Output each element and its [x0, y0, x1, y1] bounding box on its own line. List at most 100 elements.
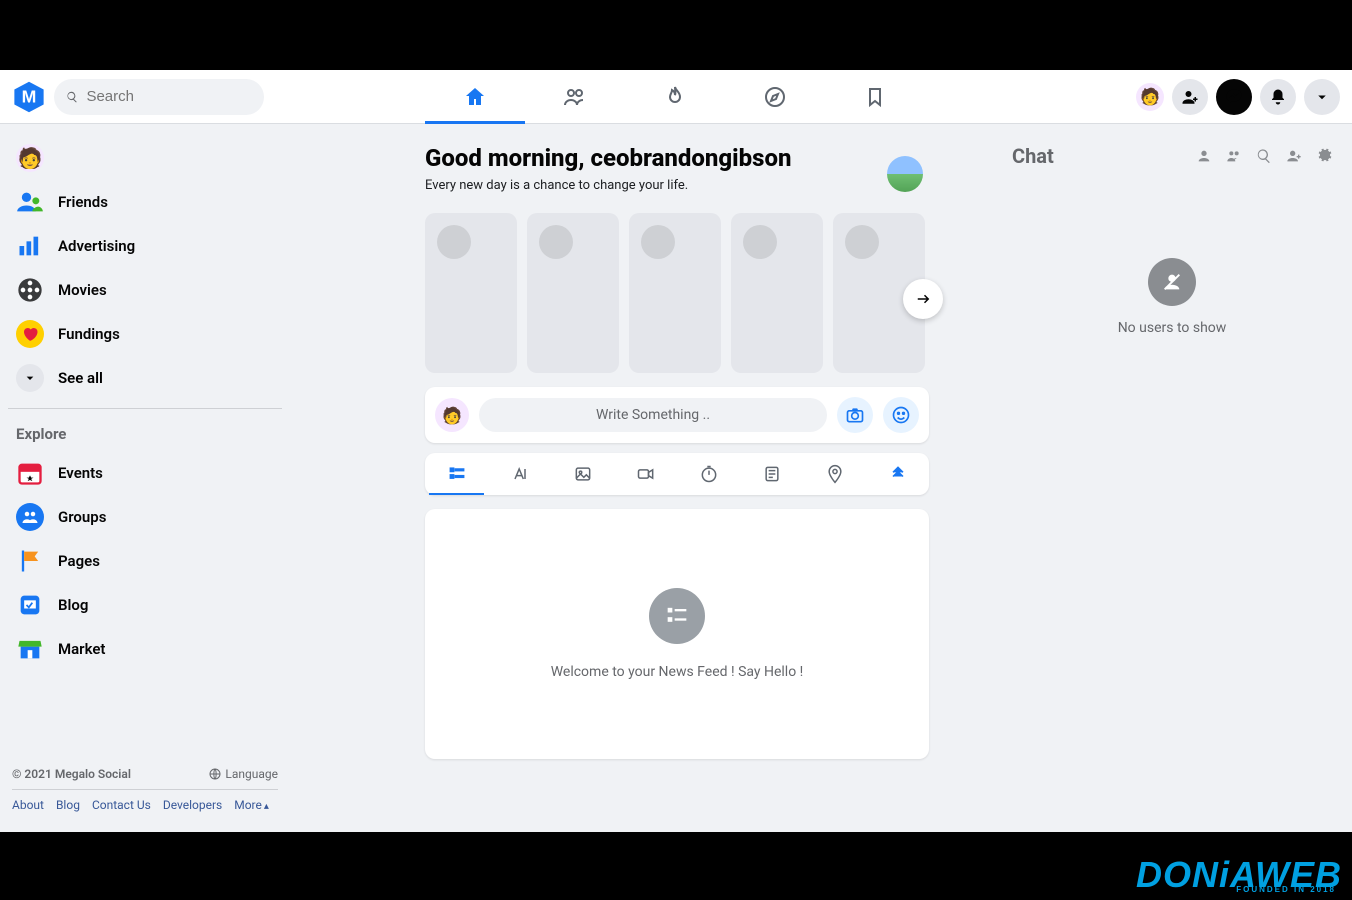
- chat-empty-icon: [1148, 258, 1196, 306]
- video-icon: [636, 464, 656, 484]
- messenger-button[interactable]: [1216, 79, 1252, 115]
- notifications-button[interactable]: [1260, 79, 1296, 115]
- sidebar-item-market[interactable]: Market: [8, 627, 282, 671]
- list-icon: [447, 464, 467, 484]
- messenger-icon: [1225, 88, 1243, 106]
- smile-icon: [891, 405, 911, 425]
- search-box[interactable]: [54, 79, 264, 115]
- camera-icon: [845, 405, 865, 425]
- footer-link-blog[interactable]: Blog: [56, 798, 80, 812]
- story-card[interactable]: [731, 213, 823, 373]
- font-icon: [510, 464, 530, 484]
- sidebar-item-profile[interactable]: 🧑: [8, 136, 282, 180]
- language-link[interactable]: Language: [209, 767, 278, 781]
- chat-contacts-icon[interactable]: [1196, 148, 1212, 164]
- ptab-collapse[interactable]: [866, 453, 929, 495]
- app-logo[interactable]: M: [12, 80, 46, 114]
- svg-text:M: M: [22, 86, 37, 106]
- tab-home[interactable]: [425, 70, 525, 124]
- ptab-audio[interactable]: [677, 453, 740, 495]
- tab-saved[interactable]: [825, 70, 925, 124]
- sidebar-item-events[interactable]: Events: [8, 451, 282, 495]
- chevron-up-icon: [888, 464, 908, 484]
- see-all-label: See all: [58, 369, 103, 387]
- ptab-location[interactable]: [803, 453, 866, 495]
- add-friend-icon: [1181, 88, 1199, 106]
- ptab-video[interactable]: [614, 453, 677, 495]
- footer-link-about[interactable]: About: [12, 798, 44, 812]
- sidebar-item-pages[interactable]: Pages: [8, 539, 282, 583]
- pin-icon: [825, 464, 845, 484]
- caret-down-icon: [1313, 88, 1331, 106]
- sidebar-item-label: Advertising: [58, 237, 135, 255]
- tab-people[interactable]: [525, 70, 625, 124]
- chat-add-icon[interactable]: [1286, 148, 1302, 164]
- sidebar-item-blog[interactable]: Blog: [8, 583, 282, 627]
- ptab-font[interactable]: [488, 453, 551, 495]
- stories-next-button[interactable]: [903, 279, 943, 319]
- image-icon: [573, 464, 593, 484]
- sidebar-item-friends[interactable]: Friends: [8, 180, 282, 224]
- sidebar-item-label: Events: [58, 464, 103, 482]
- fire-icon: [663, 85, 687, 109]
- story-card[interactable]: [425, 213, 517, 373]
- chat-search-icon[interactable]: [1256, 148, 1272, 164]
- composer-avatar[interactable]: 🧑: [435, 398, 469, 432]
- greeting-avatar: [887, 156, 923, 192]
- sidebar-item-advertising[interactable]: Advertising: [8, 224, 282, 268]
- market-icon: [16, 635, 44, 663]
- ptab-image[interactable]: [551, 453, 614, 495]
- watermark: DONiAWEB FOUNDED IN 2018: [1136, 854, 1342, 896]
- sidebar-item-fundings[interactable]: Fundings: [8, 312, 282, 356]
- footer-link-contact[interactable]: Contact Us: [92, 798, 151, 812]
- story-card[interactable]: [527, 213, 619, 373]
- post-type-tabs: [425, 453, 929, 495]
- movie-icon: [16, 276, 44, 304]
- sidebar-item-label: Blog: [58, 596, 88, 614]
- bell-icon: [1269, 88, 1287, 106]
- globe-icon: [209, 768, 221, 780]
- composer-emoji-button[interactable]: [883, 397, 919, 433]
- feed-empty-text: Welcome to your News Feed ! Say Hello !: [551, 664, 804, 680]
- post-composer: 🧑 Write Something ..: [425, 387, 929, 443]
- search-input[interactable]: [86, 88, 252, 105]
- arrow-right-icon: [914, 290, 932, 308]
- search-icon: [66, 90, 78, 104]
- add-friend-button[interactable]: [1172, 79, 1208, 115]
- sidebar-item-movies[interactable]: Movies: [8, 268, 282, 312]
- chevron-down-icon: [16, 364, 44, 392]
- composer-input[interactable]: Write Something ..: [479, 398, 827, 432]
- chat-empty-text: No users to show: [1118, 320, 1227, 336]
- article-icon: [762, 464, 782, 484]
- friends-icon: [16, 188, 44, 216]
- footer-link-developers[interactable]: Developers: [163, 798, 222, 812]
- stopwatch-icon: [699, 464, 719, 484]
- flag-icon: [16, 547, 44, 575]
- compass-icon: [763, 85, 787, 109]
- ptab-text[interactable]: [425, 453, 488, 495]
- ptab-article[interactable]: [740, 453, 803, 495]
- tab-trending[interactable]: [625, 70, 725, 124]
- footer-link-more[interactable]: More: [234, 798, 269, 812]
- home-icon: [463, 85, 487, 109]
- sidebar-item-groups[interactable]: Groups: [8, 495, 282, 539]
- tab-explore[interactable]: [725, 70, 825, 124]
- sidebar-item-label: Fundings: [58, 325, 120, 343]
- sidebar-item-label: Pages: [58, 552, 100, 570]
- composer-photo-button[interactable]: [837, 397, 873, 433]
- chat-groups-icon[interactable]: [1226, 148, 1242, 164]
- header-avatar[interactable]: 🧑: [1136, 83, 1164, 111]
- divider: [8, 408, 282, 409]
- greeting-title: Good morning, ceobrandongibson: [425, 144, 929, 172]
- blog-icon: [16, 591, 44, 619]
- sidebar-see-all[interactable]: See all: [8, 356, 282, 400]
- chat-settings-icon[interactable]: [1316, 148, 1332, 164]
- chat-title: Chat: [1012, 144, 1054, 168]
- events-icon: [16, 459, 44, 487]
- feed-empty-state: Welcome to your News Feed ! Say Hello !: [425, 509, 929, 759]
- story-card[interactable]: [629, 213, 721, 373]
- chart-icon: [16, 232, 44, 260]
- people-icon: [563, 85, 587, 109]
- menu-dropdown-button[interactable]: [1304, 79, 1340, 115]
- groups-icon: [16, 503, 44, 531]
